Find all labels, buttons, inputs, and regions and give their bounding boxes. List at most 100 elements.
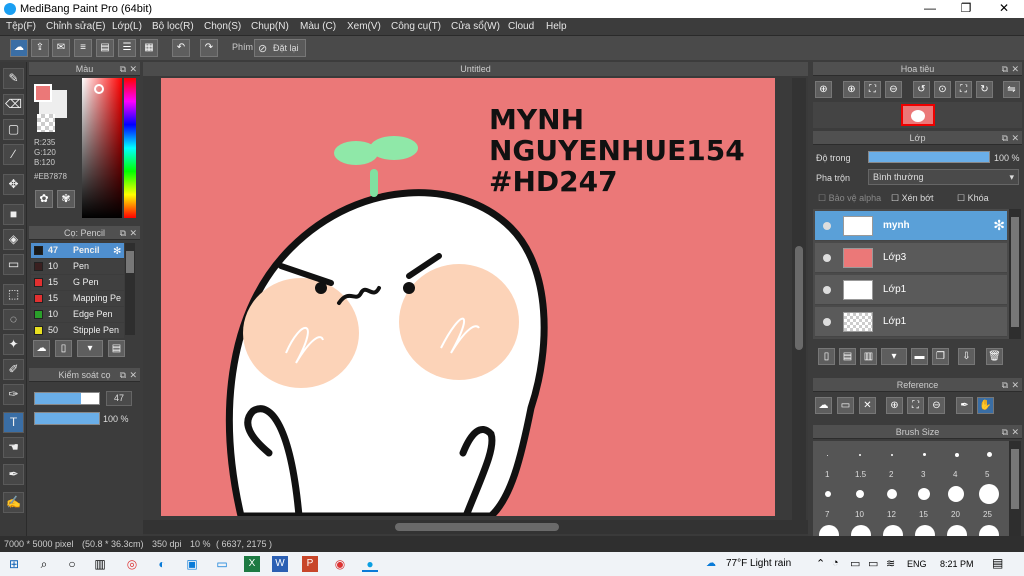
merge-layer-icon[interactable]: ⇩ [958,348,975,365]
menu-edit[interactable]: Chỉnh sửa(E) [46,21,106,32]
size-dot[interactable] [918,488,930,500]
canvas-horizontal-scrollbar[interactable] [143,520,808,534]
fit-icon[interactable]: ⛶ [864,81,881,98]
rotate-left-icon[interactable]: ↺ [913,81,930,98]
popout-icon[interactable]: ⧉ [1002,131,1008,145]
lasso-tool-icon[interactable]: ◌ [3,309,24,330]
menu-capture[interactable]: Chụp(N) [251,21,289,32]
brush-menu-icon[interactable]: ▾ [77,340,103,357]
layer-item[interactable]: mynh ✻ [815,211,1007,241]
canvas-vertical-scrollbar[interactable] [792,78,806,520]
gradient-tool-icon[interactable]: ▭ [3,254,24,275]
app-icon[interactable]: ◎ [124,556,140,572]
picker-cursor[interactable] [94,84,104,94]
weather-icon[interactable]: ☁ [706,558,716,569]
popout-icon[interactable]: ⧉ [120,226,126,240]
zoom-out-icon[interactable]: ⊖ [885,81,902,98]
size-dot[interactable] [955,453,959,457]
menu-cloud[interactable]: Cloud [508,21,534,32]
zoom-in-icon[interactable]: ⊕ [886,397,903,414]
menu-filter[interactable]: Bộ lọc(R) [152,21,194,32]
size-dot[interactable] [825,491,831,497]
navigator-thumbnail[interactable] [901,104,935,126]
reset-button[interactable]: ⊘ Đặt lại [254,39,306,57]
duplicate-layer-icon[interactable]: ❐ [932,348,949,365]
store-icon[interactable]: ▣ [184,556,200,572]
new-1bit-layer-icon[interactable]: ▥ [860,348,877,365]
popout-icon[interactable]: ⧉ [1002,378,1008,392]
brush-settings-gear-icon[interactable]: ✻ [113,246,121,257]
close-icon[interactable]: ✕ [129,62,137,76]
search-icon[interactable]: ⌕ [36,556,52,572]
brush-cloud-icon[interactable]: ☁ [33,340,50,357]
close-reference-icon[interactable]: ✕ [859,397,876,414]
brush-item[interactable]: 15 Mapping Pe [31,291,124,306]
grid-icon[interactable]: ▦ [140,39,158,57]
size-dot[interactable] [859,454,861,456]
text-tool-icon[interactable]: T [3,412,24,433]
maximize-button[interactable]: ❐ [948,0,984,18]
minimize-button[interactable]: — [912,0,948,18]
magic-wand-icon[interactable]: ✦ [3,334,24,355]
word-icon[interactable]: W [272,556,288,572]
eye-icon[interactable] [823,318,831,326]
cloud-icon[interactable]: ☁ [10,39,28,57]
reset-rotate-icon[interactable]: ⊙ [934,81,951,98]
size-dot[interactable] [856,490,864,498]
layer-item[interactable]: Lớp3 [815,243,1007,273]
language-indicator[interactable]: ENG [907,559,927,569]
menu-tools[interactable]: Công cụ(T) [391,21,441,32]
popout-icon[interactable]: ⧉ [120,368,126,382]
size-dot[interactable] [948,486,964,502]
line-tool-icon[interactable]: ∕ [3,144,24,165]
layer-add-menu-icon[interactable]: ▾ [881,348,907,365]
select-pen-icon[interactable]: ✐ [3,359,24,380]
eyedropper-tool-icon[interactable]: ✒ [3,464,24,485]
popout-icon[interactable]: ⧉ [120,62,126,76]
pen-tool-icon[interactable]: ✍ [3,492,24,513]
brush-opacity-slider[interactable] [34,412,100,425]
fill-rect-tool-icon[interactable]: ■ [3,204,24,225]
chrome-icon[interactable]: ◉ [332,556,348,572]
menu-help[interactable]: Help [546,21,567,32]
rotate-right-icon[interactable]: ↻ [976,81,993,98]
brush-item[interactable]: 10 Edge Pen [31,307,124,322]
canvas-tab[interactable]: Untitled [143,62,808,76]
eye-icon[interactable] [823,222,831,230]
primary-color-swatch[interactable] [34,84,52,102]
close-icon[interactable]: ✕ [1011,425,1019,439]
brush-size-slider[interactable] [34,392,100,405]
size-dot[interactable] [979,484,999,504]
notification-icon[interactable]: ▤ [992,556,1003,570]
fullscreen-icon[interactable]: ⛶ [955,81,972,98]
brush-properties-icon[interactable]: ▤ [108,340,125,357]
network-icon[interactable]: ▭ [850,557,860,570]
close-icon[interactable]: ✕ [129,226,137,240]
saturation-value-picker[interactable] [82,78,122,218]
windows-start-icon[interactable]: ⊞ [6,556,22,572]
cortana-icon[interactable]: ○ [64,556,80,572]
panel-icon[interactable]: ▤ [96,39,114,57]
hand-icon[interactable]: ✋ [977,397,994,414]
brush-list-scrollbar[interactable] [125,243,135,335]
artboard[interactable]: MYNH NGUYENHUE154 #HD247 [161,78,775,516]
edge-icon[interactable]: ◐ [154,556,170,572]
zoom-out-icon[interactable]: ⊖ [928,397,945,414]
layer-gear-icon[interactable]: ✻ [993,217,1005,234]
rect-tool-icon[interactable]: ▢ [3,119,24,140]
open-folder-icon[interactable]: ▭ [837,397,854,414]
lock-checkbox[interactable]: ☐ Khóa [957,193,989,204]
zoom-in-icon[interactable]: ⊕ [843,81,860,98]
monitor-icon[interactable]: ▭ [214,556,230,572]
layer-opacity-slider[interactable] [868,151,990,163]
brush-item[interactable]: 50 Stipple Pen [31,323,124,338]
size-dot[interactable] [987,452,992,457]
tray-app-icon[interactable]: ◔ [832,557,839,569]
eye-icon[interactable] [823,286,831,294]
close-icon[interactable]: ✕ [129,368,137,382]
reference-cloud-icon[interactable]: ☁ [815,397,832,414]
bucket-tool-icon[interactable]: ◈ [3,229,24,250]
brush-item[interactable]: 47 Pencil [31,243,124,258]
brush-item[interactable]: 10 Pen [31,259,124,274]
eraser-tool-icon[interactable]: ⌫ [3,94,24,115]
